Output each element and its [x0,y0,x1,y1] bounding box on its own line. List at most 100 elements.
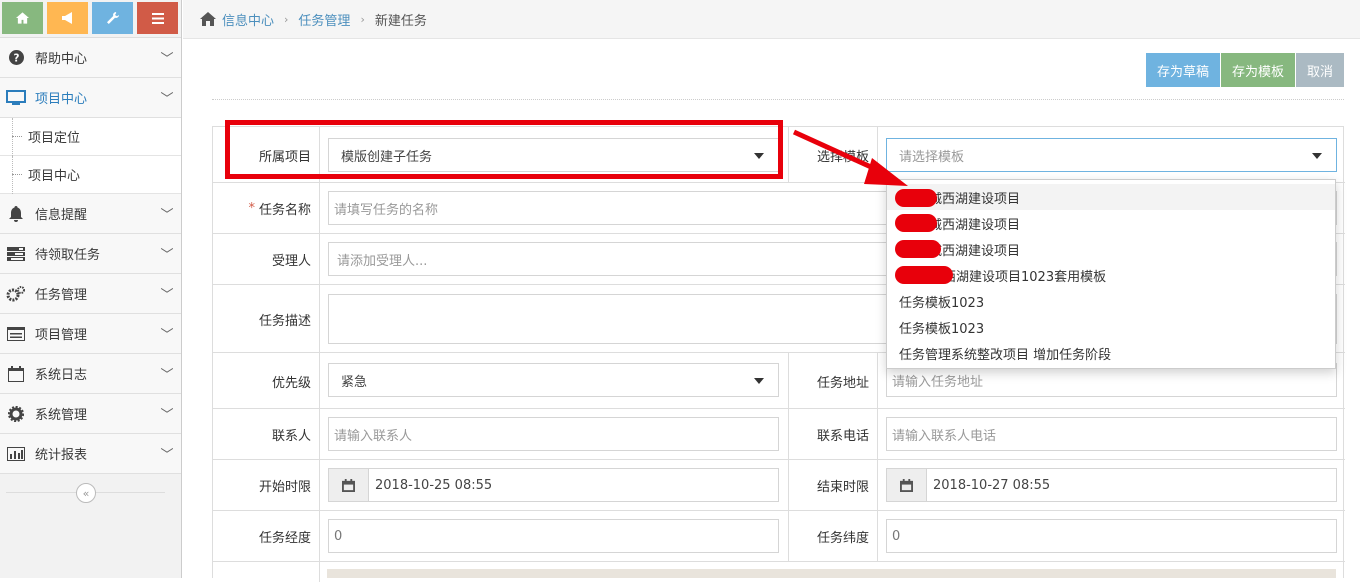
chevron-down-icon: ﹀ [160,248,174,263]
longitude-input[interactable]: 0 [328,519,779,553]
address-label: 任务地址 [788,353,878,409]
sidebar-item-notifications[interactable]: 信息提醒 ﹀ [0,194,181,234]
map-view[interactable] [327,569,1336,578]
sidebar-item-label: 项目中心 [35,92,88,107]
assignee-label: 受理人 [213,234,320,285]
sidebar-subitem-project-center[interactable]: 项目中心 [0,156,181,194]
annotation-highlight-box [225,120,783,179]
phone-label: 联系电话 [788,409,878,460]
template-option[interactable]: 城西湖建设项目 [887,210,1335,236]
chevron-down-icon: ﹀ [160,208,174,223]
sidebar: ? 帮助中心 ﹀ 项目中心 ﹀ 项目定位 项目中心 信息提醒 ﹀ 待领取任务 ﹀… [0,0,182,578]
sidebar-item-task-management[interactable]: 任务管理 ﹀ [0,274,181,314]
sidebar-item-label: 待领取任务 [35,248,101,263]
template-option[interactable]: 城西湖建设项目 [887,184,1335,210]
template-dropdown: 城西湖建设项目 城西湖建设项目 城西湖建设项目 西湖建设项目1023套用模板 任… [886,179,1336,369]
chevron-down-icon: ﹀ [160,368,174,383]
sidebar-item-system-management[interactable]: 系统管理 ﹀ [0,394,181,434]
sidebar-subitem-label: 项目定位 [28,131,81,146]
template-option[interactable]: 任务模板1023 [887,288,1335,314]
redaction-mark [895,214,937,232]
svg-text:?: ? [13,52,19,64]
breadcrumb-current: 新建任务 [374,13,427,29]
end-time-input[interactable]: 2018-10-27 08:55 [886,468,1337,502]
collapse-sidebar-button[interactable]: « [76,483,96,503]
save-template-button[interactable]: 存为模板 [1220,53,1295,87]
start-time-value: 2018-10-25 08:55 [375,477,493,493]
form-row: 联系人 请输入联系人 联系电话 请输入联系人电话 [213,409,1345,460]
phone-input[interactable]: 请输入联系人电话 [886,417,1337,451]
sidebar-item-project-center[interactable]: 项目中心 ﹀ [0,78,181,118]
end-time-label: 结束时限 [788,460,878,511]
breadcrumb-separator-icon: › [360,12,365,26]
cancel-button[interactable]: 取消 [1295,53,1344,87]
wrench-icon [106,12,119,24]
tools-shortcut-button[interactable] [92,2,133,34]
sidebar-item-pending-tasks[interactable]: 待领取任务 ﹀ [0,234,181,274]
sidebar-item-label: 系统管理 [35,408,88,423]
priority-label: 优先级 [213,353,320,409]
sidebar-item-reports[interactable]: 统计报表 ﹀ [0,434,181,474]
contact-input[interactable]: 请输入联系人 [328,417,779,451]
task-name-label-text: 任务名称 [258,203,311,218]
start-time-label: 开始时限 [213,460,320,511]
redaction-mark [895,240,941,258]
required-marker: * [248,201,255,216]
description-label: 任务描述 [213,285,320,353]
chevron-down-icon: ﹀ [160,288,174,303]
form-row: 任务经度 0 任务纬度 0 [213,511,1345,562]
latitude-label: 任务纬度 [788,511,878,562]
tasks-icon [6,246,26,262]
caret-down-icon [754,378,764,384]
gears-icon [6,285,26,302]
bell-icon [6,205,26,222]
save-draft-button[interactable]: 存为草稿 [1145,53,1220,87]
start-time-input[interactable]: 2018-10-25 08:55 [328,468,779,502]
shortcut-bar [0,0,181,38]
template-select[interactable]: 请选择模板 [886,138,1337,172]
announce-shortcut-button[interactable] [47,2,88,34]
chevron-down-icon: ﹀ [160,448,174,463]
chevron-down-icon: ﹀ [160,92,174,107]
home-icon [16,12,29,24]
template-option-label: 城西湖建设项目 [929,191,1021,207]
priority-select[interactable]: 紧急 [328,363,779,397]
calendar-icon [887,469,927,501]
sidebar-subitem-label: 项目中心 [28,169,81,184]
menu-shortcut-button[interactable] [137,2,178,34]
chevron-down-icon: ﹀ [160,408,174,423]
template-option[interactable]: 城西湖建设项目 [887,236,1335,262]
sidebar-collapse-bar: « [0,474,181,512]
menu-icon [151,12,164,24]
template-option[interactable]: 西湖建设项目1023套用模板 [887,262,1335,288]
redaction-mark [895,266,953,284]
divider [212,99,1344,100]
sidebar-item-label: 信息提醒 [35,208,88,223]
template-option[interactable]: 任务模板1023 [887,314,1335,340]
breadcrumb-link-section[interactable]: 任务管理 [298,10,350,29]
calendar-icon [329,469,369,501]
action-toolbar: 存为草稿 存为模板 取消 [1145,53,1344,87]
bar-chart-icon [6,446,26,462]
breadcrumb-link-home[interactable]: 信息中心 [222,10,274,29]
template-option-label: 西湖建设项目1023套用模板 [943,269,1107,285]
template-option[interactable]: 任务管理系统整改项目 增加任务阶段 [887,340,1335,366]
sidebar-item-help[interactable]: ? 帮助中心 ﹀ [0,38,181,78]
sidebar-item-system-log[interactable]: 系统日志 ﹀ [0,354,181,394]
template-option-label: 城西湖建设项目 [929,243,1021,259]
priority-select-value: 紧急 [341,374,368,390]
home-shortcut-button[interactable] [2,2,43,34]
megaphone-icon [61,12,72,24]
latitude-input[interactable]: 0 [886,519,1337,553]
list-icon [6,326,26,342]
calendar-icon [6,365,26,382]
chevron-down-icon: ﹀ [160,328,174,343]
sidebar-subitem-project-location[interactable]: 项目定位 [0,118,181,156]
annotation-arrow-icon [792,129,908,186]
question-icon: ? [6,50,26,66]
home-icon [200,12,216,26]
sidebar-item-label: 项目管理 [35,328,88,343]
sidebar-item-project-management[interactable]: 项目管理 ﹀ [0,314,181,354]
breadcrumb: 信息中心 › 任务管理 › 新建任务 [183,0,1360,39]
sidebar-item-label: 任务管理 [35,288,88,303]
